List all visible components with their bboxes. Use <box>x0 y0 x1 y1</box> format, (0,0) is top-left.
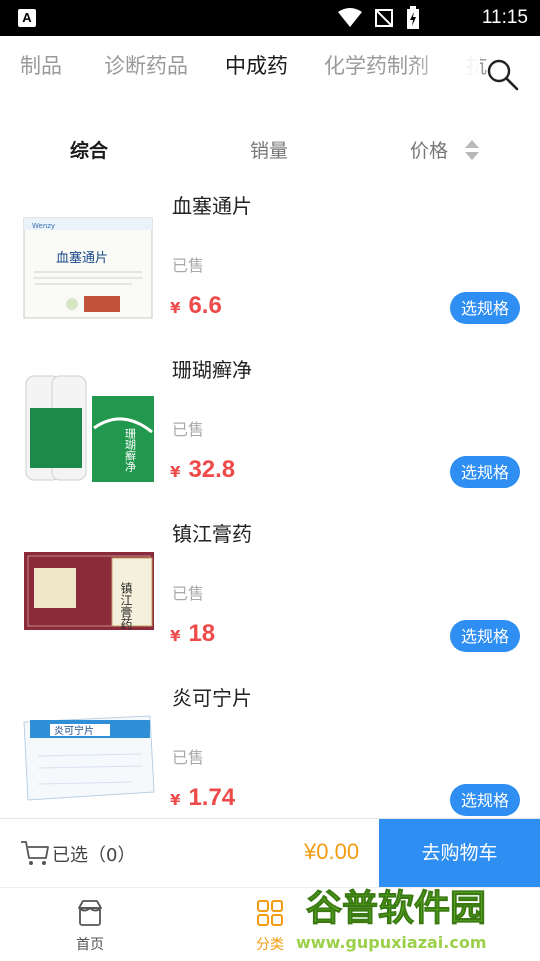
no-signal-icon <box>375 9 393 27</box>
product-name: 珊瑚癣净 <box>172 358 252 382</box>
product-price: ¥ 6.6 <box>170 292 222 320</box>
cart-selected-count: 已选（0） <box>52 845 136 866</box>
price-value: 6.6 <box>188 292 222 319</box>
sort-bar: 综合 销量 价格 <box>0 122 540 178</box>
price-value: 1.74 <box>188 784 236 811</box>
price-value: 32.8 <box>188 456 236 483</box>
select-spec-button[interactable]: 选规格 <box>450 620 520 652</box>
cart-icon[interactable] <box>20 839 50 867</box>
currency-symbol: ¥ <box>170 299 181 317</box>
product-image: 珊瑚癣净 <box>25 370 154 482</box>
product-item[interactable]: 珊瑚癣净 珊瑚癣净 已售 ¥ 32.8 选规格 <box>0 348 540 512</box>
tabs-fade <box>410 36 480 102</box>
product-image: 炎可宁片 <box>23 715 155 801</box>
currency-symbol: ¥ <box>170 791 181 809</box>
category-tabs: 制品 诊断药品 中成药 化学药制剂 抗 <box>0 36 540 102</box>
product-price: ¥ 32.8 <box>170 456 235 484</box>
currency-symbol: ¥ <box>170 463 181 481</box>
search-icon[interactable] <box>486 58 520 92</box>
product-image: Wenzy 血塞通片 <box>23 217 153 319</box>
sort-comprehensive[interactable]: 综合 <box>70 136 108 163</box>
category-icon <box>257 900 283 926</box>
tab-category-0[interactable]: 制品 <box>20 52 62 80</box>
price-value: 18 <box>188 620 216 647</box>
product-sold: 已售 <box>172 420 205 439</box>
product-price: ¥ 18 <box>170 620 215 648</box>
tab-category-2[interactable]: 中成药 <box>225 52 288 80</box>
product-name: 血塞通片 <box>172 194 252 218</box>
product-sold: 已售 <box>172 584 205 603</box>
product-image: 镇江膏药 <box>24 552 154 630</box>
product-item[interactable]: Wenzy 血塞通片 血塞通片 已售 ¥ 6.6 选规格 <box>0 184 540 348</box>
product-sold: 已售 <box>172 748 205 767</box>
status-bar: A 11:15 <box>0 0 540 36</box>
select-spec-button[interactable]: 选规格 <box>450 292 520 324</box>
home-icon <box>78 900 102 926</box>
svg-text:Wenzy: Wenzy <box>32 222 55 230</box>
sort-sales[interactable]: 销量 <box>250 136 288 163</box>
battery-charging-icon <box>407 6 419 29</box>
select-spec-button[interactable]: 选规格 <box>450 784 520 816</box>
product-name: 炎可宁片 <box>172 686 252 710</box>
status-time: 11:15 <box>481 7 528 28</box>
svg-text:炎可宁片: 炎可宁片 <box>54 724 94 737</box>
product-sold: 已售 <box>172 256 205 275</box>
product-price: ¥ 1.74 <box>170 784 235 812</box>
currency-symbol: ¥ <box>170 627 181 645</box>
svg-text:www.gupuxiazai.com: www.gupuxiazai.com <box>296 933 487 952</box>
nav-home[interactable]: 首页 <box>30 888 150 961</box>
nav-home-label: 首页 <box>76 937 104 953</box>
sort-arrows-icon[interactable] <box>464 138 480 162</box>
site-watermark: 谷普软件园 www.gupuxiazai.com <box>296 888 487 953</box>
cart-total: ¥0.00 <box>304 839 360 864</box>
wifi-icon <box>338 8 362 27</box>
product-item[interactable]: 炎可宁片 炎可宁片 已售 ¥ 1.74 选规格 <box>0 676 540 840</box>
product-name: 镇江膏药 <box>172 522 252 546</box>
svg-text:镇江膏药: 镇江膏药 <box>119 582 133 630</box>
svg-text:谷普软件园: 谷普软件园 <box>306 888 486 929</box>
tab-category-1[interactable]: 诊断药品 <box>104 52 188 80</box>
sort-price[interactable]: 价格 <box>410 136 448 163</box>
svg-text:血塞通片: 血塞通片 <box>56 250 108 266</box>
select-spec-button[interactable]: 选规格 <box>450 456 520 488</box>
product-item[interactable]: 镇江膏药 镇江膏药 已售 ¥ 18 选规格 <box>0 512 540 676</box>
notification-a-icon: A <box>18 9 36 27</box>
svg-text:珊瑚癣净: 珊瑚癣净 <box>124 428 137 473</box>
